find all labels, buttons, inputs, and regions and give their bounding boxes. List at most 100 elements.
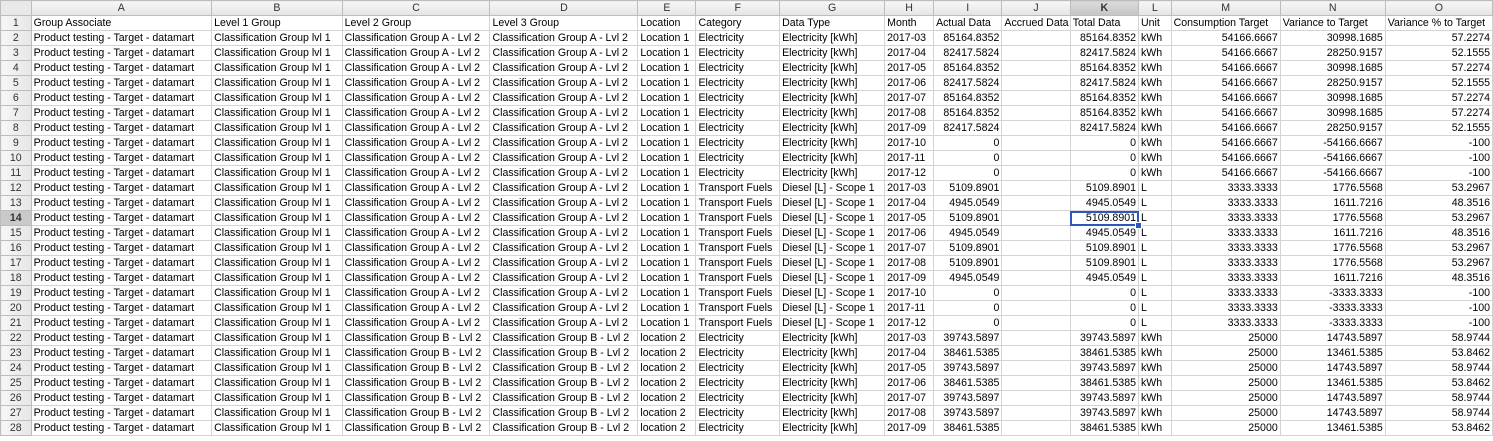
table-cell[interactable]: Electricity [kWh]: [779, 330, 886, 346]
table-cell[interactable]: 53.8462: [1384, 420, 1493, 436]
table-cell[interactable]: 0: [933, 285, 1003, 301]
table-cell[interactable]: Product testing - Target - datamart: [30, 300, 213, 316]
table-cell[interactable]: kWh: [1138, 75, 1172, 91]
table-cell[interactable]: Product testing - Target - datamart: [30, 315, 213, 331]
table-cell[interactable]: Product testing - Target - datamart: [30, 240, 213, 256]
table-cell[interactable]: Product testing - Target - datamart: [30, 60, 213, 76]
table-cell[interactable]: Classification Group A - Lvl 2: [341, 150, 491, 166]
table-cell[interactable]: 2017-03: [884, 180, 935, 196]
column-header-f[interactable]: F: [695, 0, 781, 16]
table-cell[interactable]: 57.2274: [1384, 30, 1493, 46]
table-cell[interactable]: Classification Group lvl 1: [211, 180, 343, 196]
table-cell[interactable]: 5109.8901: [1069, 180, 1140, 196]
table-cell[interactable]: Location 1: [637, 225, 697, 241]
table-cell[interactable]: Classification Group lvl 1: [211, 315, 343, 331]
table-cell[interactable]: Classification Group A - Lvl 2: [341, 255, 491, 271]
row-header[interactable]: 15: [0, 225, 32, 241]
table-cell[interactable]: Classification Group lvl 1: [211, 360, 343, 376]
table-cell[interactable]: Classification Group A - Lvl 2: [489, 225, 639, 241]
table-cell[interactable]: Product testing - Target - datamart: [30, 150, 213, 166]
table-cell[interactable]: Electricity: [695, 75, 781, 91]
table-cell[interactable]: kWh: [1138, 345, 1172, 361]
table-cell[interactable]: Location 1: [637, 255, 697, 271]
column-header-d[interactable]: D: [489, 0, 639, 16]
table-cell[interactable]: Classification Group lvl 1: [211, 120, 343, 136]
table-cell[interactable]: Classification Group B - Lvl 2: [341, 345, 491, 361]
table-cell[interactable]: 13461.5385: [1279, 420, 1386, 436]
table-cell[interactable]: Transport Fuels: [695, 270, 781, 286]
table-cell[interactable]: Product testing - Target - datamart: [30, 90, 213, 106]
table-cell[interactable]: 52.1555: [1384, 120, 1493, 136]
table-cell[interactable]: 0: [1069, 135, 1140, 151]
table-cell[interactable]: Transport Fuels: [695, 285, 781, 301]
table-cell[interactable]: 0: [933, 315, 1003, 331]
row-header[interactable]: 5: [0, 75, 32, 91]
table-cell[interactable]: Classification Group B - Lvl 2: [341, 390, 491, 406]
table-cell[interactable]: Classification Group lvl 1: [211, 420, 343, 436]
table-cell[interactable]: Classification Group A - Lvl 2: [489, 120, 639, 136]
table-cell[interactable]: 4945.0549: [1069, 225, 1140, 241]
table-cell[interactable]: [1001, 330, 1071, 346]
table-cell[interactable]: 30998.1685: [1279, 90, 1386, 106]
table-cell[interactable]: 58.9744: [1384, 360, 1493, 376]
table-cell[interactable]: Classification Group A - Lvl 2: [341, 210, 491, 226]
table-cell[interactable]: 0: [1069, 315, 1140, 331]
table-cell[interactable]: Classification Group A - Lvl 2: [341, 120, 491, 136]
table-cell[interactable]: [1001, 270, 1071, 286]
table-cell[interactable]: 57.2274: [1384, 90, 1493, 106]
table-cell[interactable]: Electricity [kWh]: [779, 45, 886, 61]
table-cell[interactable]: Classification Group A - Lvl 2: [489, 75, 639, 91]
table-cell[interactable]: 4945.0549: [933, 195, 1003, 211]
table-cell[interactable]: Diesel [L] - Scope 1: [779, 255, 886, 271]
table-cell[interactable]: -3333.3333: [1279, 315, 1386, 331]
table-cell[interactable]: 2017-03: [884, 330, 935, 346]
table-cell[interactable]: [1001, 180, 1071, 196]
table-cell[interactable]: Classification Group A - Lvl 2: [341, 165, 491, 181]
table-cell[interactable]: Electricity [kWh]: [779, 345, 886, 361]
table-cell[interactable]: 30998.1685: [1279, 30, 1386, 46]
table-cell[interactable]: Classification Group A - Lvl 2: [341, 195, 491, 211]
table-cell[interactable]: [1001, 225, 1071, 241]
table-cell[interactable]: 5109.8901: [933, 210, 1003, 226]
table-cell[interactable]: 2017-05: [884, 60, 935, 76]
table-cell[interactable]: Classification Group B - Lvl 2: [341, 420, 491, 436]
row-header[interactable]: 2: [0, 30, 32, 46]
table-cell[interactable]: Electricity: [695, 150, 781, 166]
table-cell[interactable]: Product testing - Target - datamart: [30, 135, 213, 151]
table-cell[interactable]: [1001, 285, 1071, 301]
table-cell[interactable]: Diesel [L] - Scope 1: [779, 180, 886, 196]
table-cell[interactable]: 2017-11: [884, 150, 935, 166]
table-cell[interactable]: 2017-03: [884, 30, 935, 46]
table-cell[interactable]: kWh: [1138, 105, 1172, 121]
table-cell[interactable]: Classification Group lvl 1: [211, 30, 343, 46]
table-cell[interactable]: 25000: [1170, 375, 1281, 391]
table-cell[interactable]: Classification Group lvl 1: [211, 375, 343, 391]
table-cell[interactable]: 54166.6667: [1170, 105, 1281, 121]
table-cell[interactable]: Classification Group B - Lvl 2: [489, 420, 639, 436]
row-header[interactable]: 20: [0, 300, 32, 316]
table-cell[interactable]: Electricity: [695, 60, 781, 76]
table-cell[interactable]: Electricity [kWh]: [779, 150, 886, 166]
table-cell[interactable]: 54166.6667: [1170, 60, 1281, 76]
table-cell[interactable]: Classification Group A - Lvl 2: [489, 90, 639, 106]
table-cell[interactable]: -54166.6667: [1279, 150, 1386, 166]
table-cell[interactable]: Classification Group A - Lvl 2: [341, 75, 491, 91]
table-cell[interactable]: Product testing - Target - datamart: [30, 285, 213, 301]
row-header[interactable]: 17: [0, 255, 32, 271]
table-cell[interactable]: kWh: [1138, 30, 1172, 46]
table-cell[interactable]: 2017-06: [884, 225, 935, 241]
table-cell[interactable]: -100: [1384, 135, 1493, 151]
table-cell[interactable]: 25000: [1170, 405, 1281, 421]
table-cell[interactable]: L: [1138, 300, 1172, 316]
table-cell[interactable]: Classification Group A - Lvl 2: [489, 255, 639, 271]
header-cell[interactable]: Total Data: [1069, 15, 1140, 31]
table-cell[interactable]: Transport Fuels: [695, 195, 781, 211]
table-cell[interactable]: Classification Group A - Lvl 2: [489, 105, 639, 121]
table-cell[interactable]: [1001, 315, 1071, 331]
table-cell[interactable]: [1001, 90, 1071, 106]
table-cell[interactable]: Location 1: [637, 60, 697, 76]
table-cell[interactable]: 14743.5897: [1279, 330, 1386, 346]
table-cell[interactable]: L: [1138, 225, 1172, 241]
table-cell[interactable]: 38461.5385: [1069, 375, 1140, 391]
table-cell[interactable]: Electricity: [695, 360, 781, 376]
